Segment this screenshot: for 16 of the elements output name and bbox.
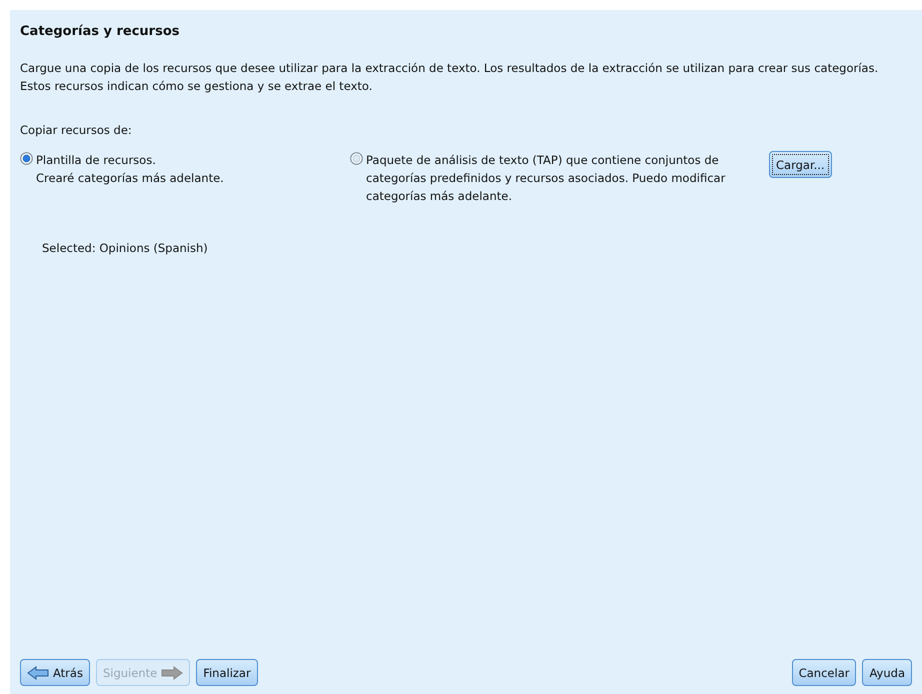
dialog-button[interactable]: Ayuda — [862, 659, 912, 686]
radio-button[interactable] — [20, 152, 33, 165]
option-text: Crearé categorías más adelante. — [36, 170, 224, 187]
option-text: Plantilla de recursos. — [36, 152, 157, 169]
radio-button[interactable] — [350, 152, 363, 165]
dialog-button[interactable]: Finalizar — [196, 659, 258, 686]
selected-info: Selected: Opinions (Spanish) — [42, 241, 209, 255]
dialog-button[interactable]: Cancelar — [792, 659, 856, 686]
load-button[interactable]: Cargar... — [769, 151, 832, 178]
panel-title: Categorías y recursos — [20, 24, 180, 39]
back-button[interactable]: Atrás — [20, 659, 90, 686]
description-text: Cargue una copia de los recursos que desee utilizar para la extracción de texto. Los resultados de la extracción se utilizan para crear sus categorías. Estos recursos indican cómo se gestiona y se extrae el texto. — [20, 60, 880, 95]
option-text: Paquete de análisis de texto (TAP) que contiene conjuntos de categorías predefinidos y recursos asociados. Puedo modificar categorías más adelante. — [366, 152, 726, 205]
copy-label: Copiar recursos de: — [20, 123, 133, 137]
right-arrow-icon — [161, 666, 184, 680]
left-arrow-icon — [27, 666, 49, 680]
